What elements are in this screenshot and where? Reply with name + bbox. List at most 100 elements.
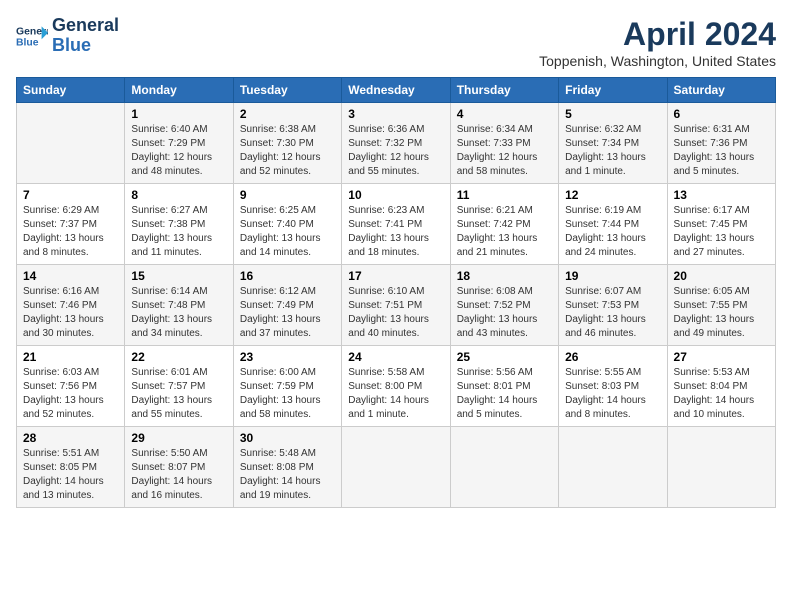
day-info: Sunrise: 6:01 AM Sunset: 7:57 PM Dayligh… [131,366,226,422]
calendar-cell: 4 Sunrise: 6:34 AM Sunset: 7:33 PM Daylig… [450,103,558,184]
day-number: 11 [457,188,552,202]
day-number: 22 [131,350,226,364]
logo: General Blue General Blue [16,16,119,56]
day-info: Sunrise: 6:16 AM Sunset: 7:46 PM Dayligh… [23,285,118,341]
calendar-cell: 14Sunrise: 6:16 AM Sunset: 7:46 PM Dayli… [17,265,125,346]
day-number: 19 [565,269,660,283]
calendar-cell: 3 Sunrise: 6:36 AM Sunset: 7:32 PM Daylig… [342,103,450,184]
month-title: April 2024 [539,16,776,53]
day-number: 5 [565,107,660,121]
day-info: Sunrise: 6:23 AM Sunset: 7:41 PM Dayligh… [348,204,443,260]
calendar-cell: 26 Sunrise: 5:55 AM Sunset: 8:03 PM Dayli… [559,346,667,427]
calendar-cell: 25Sunrise: 5:56 AM Sunset: 8:01 PM Dayli… [450,346,558,427]
day-info: Sunrise: 6:19 AM Sunset: 7:44 PM Dayligh… [565,204,660,260]
calendar-cell: 19 Sunrise: 6:07 AM Sunset: 7:53 PM Dayli… [559,265,667,346]
day-info: Sunrise: 6:07 AM Sunset: 7:53 PM Dayligh… [565,285,660,341]
calendar-cell: 29 Sunrise: 5:50 AM Sunset: 8:07 PM Dayli… [125,427,233,508]
column-header-thursday: Thursday [450,78,558,103]
day-info: Sunrise: 5:58 AM Sunset: 8:00 PM Dayligh… [348,366,443,422]
logo-line2: Blue [52,36,119,56]
calendar-cell: 10Sunrise: 6:23 AM Sunset: 7:41 PM Dayli… [342,184,450,265]
day-info: Sunrise: 5:53 AM Sunset: 8:04 PM Dayligh… [674,366,769,422]
day-number: 18 [457,269,552,283]
day-number: 21 [23,350,118,364]
week-row-1: 1 Sunrise: 6:40 AM Sunset: 7:29 PM Daylig… [17,103,776,184]
day-number: 8 [131,188,226,202]
day-number: 4 [457,107,552,121]
day-number: 25 [457,350,552,364]
day-info: Sunrise: 6:08 AM Sunset: 7:52 PM Dayligh… [457,285,552,341]
calendar-cell: 2 Sunrise: 6:38 AM Sunset: 7:30 PM Daylig… [233,103,341,184]
day-number: 29 [131,431,226,445]
calendar-cell: 22 Sunrise: 6:01 AM Sunset: 7:57 PM Dayli… [125,346,233,427]
calendar-cell: 5 Sunrise: 6:32 AM Sunset: 7:34 PM Daylig… [559,103,667,184]
day-number: 16 [240,269,335,283]
logo-line1: General [52,16,119,36]
day-number: 15 [131,269,226,283]
day-info: Sunrise: 5:55 AM Sunset: 8:03 PM Dayligh… [565,366,660,422]
day-info: Sunrise: 5:50 AM Sunset: 8:07 PM Dayligh… [131,447,226,503]
day-info: Sunrise: 5:48 AM Sunset: 8:08 PM Dayligh… [240,447,335,503]
calendar-cell: 28 Sunrise: 5:51 AM Sunset: 8:05 PM Dayli… [17,427,125,508]
day-number: 24 [348,350,443,364]
day-info: Sunrise: 6:25 AM Sunset: 7:40 PM Dayligh… [240,204,335,260]
day-info: Sunrise: 6:36 AM Sunset: 7:32 PM Dayligh… [348,123,443,179]
column-header-tuesday: Tuesday [233,78,341,103]
calendar-cell: 30 Sunrise: 5:48 AM Sunset: 8:08 PM Dayli… [233,427,341,508]
calendar-cell [450,427,558,508]
day-number: 13 [674,188,769,202]
location: Toppenish, Washington, United States [539,53,776,69]
day-info: Sunrise: 6:10 AM Sunset: 7:51 PM Dayligh… [348,285,443,341]
day-info: Sunrise: 6:17 AM Sunset: 7:45 PM Dayligh… [674,204,769,260]
calendar-cell: 20 Sunrise: 6:05 AM Sunset: 7:55 PM Dayli… [667,265,775,346]
day-info: Sunrise: 6:38 AM Sunset: 7:30 PM Dayligh… [240,123,335,179]
day-info: Sunrise: 5:51 AM Sunset: 8:05 PM Dayligh… [23,447,118,503]
day-number: 2 [240,107,335,121]
day-number: 1 [131,107,226,121]
day-number: 26 [565,350,660,364]
day-info: Sunrise: 6:12 AM Sunset: 7:49 PM Dayligh… [240,285,335,341]
day-number: 3 [348,107,443,121]
calendar-header-row: SundayMondayTuesdayWednesdayThursdayFrid… [17,78,776,103]
day-info: Sunrise: 6:21 AM Sunset: 7:42 PM Dayligh… [457,204,552,260]
calendar-cell [667,427,775,508]
day-info: Sunrise: 6:40 AM Sunset: 7:29 PM Dayligh… [131,123,226,179]
calendar-cell: 1 Sunrise: 6:40 AM Sunset: 7:29 PM Daylig… [125,103,233,184]
day-info: Sunrise: 6:27 AM Sunset: 7:38 PM Dayligh… [131,204,226,260]
calendar-cell: 27 Sunrise: 5:53 AM Sunset: 8:04 PM Dayli… [667,346,775,427]
calendar-cell: 16 Sunrise: 6:12 AM Sunset: 7:49 PM Dayli… [233,265,341,346]
day-info: Sunrise: 6:03 AM Sunset: 7:56 PM Dayligh… [23,366,118,422]
day-info: Sunrise: 6:00 AM Sunset: 7:59 PM Dayligh… [240,366,335,422]
calendar-cell: 6 Sunrise: 6:31 AM Sunset: 7:36 PM Daylig… [667,103,775,184]
day-number: 27 [674,350,769,364]
day-number: 17 [348,269,443,283]
week-row-4: 21 Sunrise: 6:03 AM Sunset: 7:56 PM Dayli… [17,346,776,427]
column-header-friday: Friday [559,78,667,103]
day-number: 30 [240,431,335,445]
day-info: Sunrise: 6:05 AM Sunset: 7:55 PM Dayligh… [674,285,769,341]
day-number: 23 [240,350,335,364]
calendar-cell [342,427,450,508]
day-info: Sunrise: 6:14 AM Sunset: 7:48 PM Dayligh… [131,285,226,341]
day-number: 28 [23,431,118,445]
calendar-cell: 24 Sunrise: 5:58 AM Sunset: 8:00 PM Dayli… [342,346,450,427]
day-info: Sunrise: 6:29 AM Sunset: 7:37 PM Dayligh… [23,204,118,260]
day-number: 20 [674,269,769,283]
day-number: 6 [674,107,769,121]
week-row-3: 14Sunrise: 6:16 AM Sunset: 7:46 PM Dayli… [17,265,776,346]
calendar-cell [17,103,125,184]
column-header-wednesday: Wednesday [342,78,450,103]
calendar-cell: 9Sunrise: 6:25 AM Sunset: 7:40 PM Daylig… [233,184,341,265]
day-info: Sunrise: 6:34 AM Sunset: 7:33 PM Dayligh… [457,123,552,179]
calendar-table: SundayMondayTuesdayWednesdayThursdayFrid… [16,77,776,508]
column-header-monday: Monday [125,78,233,103]
calendar-cell: 7Sunrise: 6:29 AM Sunset: 7:37 PM Daylig… [17,184,125,265]
day-info: Sunrise: 6:31 AM Sunset: 7:36 PM Dayligh… [674,123,769,179]
column-header-saturday: Saturday [667,78,775,103]
column-header-sunday: Sunday [17,78,125,103]
page-header: General Blue General Blue April 2024 Top… [16,16,776,69]
day-info: Sunrise: 6:32 AM Sunset: 7:34 PM Dayligh… [565,123,660,179]
week-row-5: 28 Sunrise: 5:51 AM Sunset: 8:05 PM Dayli… [17,427,776,508]
title-block: April 2024 Toppenish, Washington, United… [539,16,776,69]
calendar-cell: 21 Sunrise: 6:03 AM Sunset: 7:56 PM Dayli… [17,346,125,427]
